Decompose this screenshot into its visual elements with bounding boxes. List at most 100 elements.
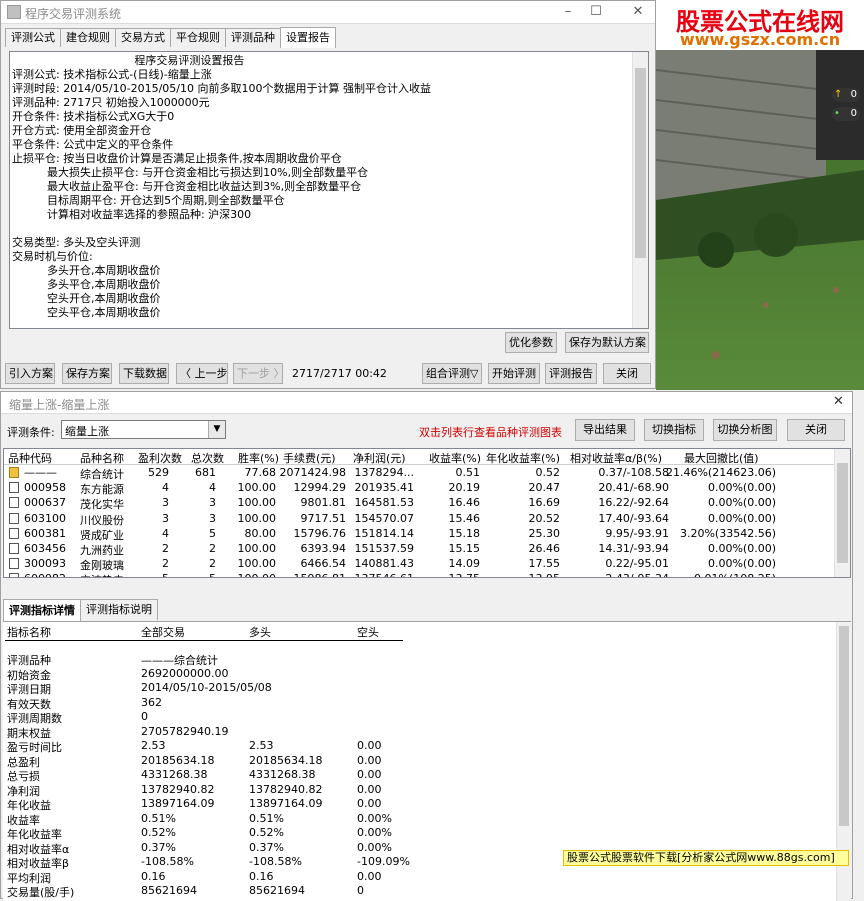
col-header[interactable]: 收益率(%) xyxy=(429,450,481,466)
scrollbar-thumb[interactable] xyxy=(635,68,646,258)
table-row[interactable]: 000958 东方能源 4 4 100.00 12994.29 201935.41 20.19… xyxy=(4,480,834,496)
tab-trade-mode[interactable]: 交易方式 xyxy=(115,28,171,47)
table-cell: 20.52 xyxy=(528,511,561,525)
table-cell: 5 xyxy=(209,572,216,577)
save-default-button[interactable]: 保存为默认方案 xyxy=(565,332,649,353)
download-data-button[interactable]: 下载数据 xyxy=(119,363,169,384)
detail-metric-value: 0.00 xyxy=(357,869,382,883)
tab-instruments[interactable]: 评测品种 xyxy=(225,28,281,47)
tab-formula[interactable]: 评测公式 xyxy=(5,28,61,47)
close-window-button[interactable]: ✕ xyxy=(627,3,649,21)
app-icon xyxy=(7,5,21,19)
table-row[interactable]: 300093 金刚玻璃 2 2 100.00 6466.54 140881.43 14.09 1… xyxy=(4,556,834,572)
next-step-button[interactable]: 下一步 〉 xyxy=(233,363,285,384)
import-plan-button[interactable]: 引入方案 xyxy=(5,363,55,384)
detail-metric-value: 0.37% xyxy=(141,840,176,854)
report-line: 最大收益止盈平仓: 与开仓资金相比收益达到3%,则全部数量平仓 xyxy=(12,180,362,193)
table-row[interactable]: 600982 宁波热电 5 5 100.00 15986.81 137546.61 13.75… xyxy=(4,571,834,577)
col-header[interactable]: 品种名称 xyxy=(80,450,124,466)
prev-step-button[interactable]: 〈 上一步 xyxy=(176,363,228,384)
col-header[interactable]: 相对收益率α/β(%) xyxy=(570,450,662,466)
table-cell: 154570.07 xyxy=(354,511,415,525)
report-line: 平仓条件: 公式中定义的平仓条件 xyxy=(12,138,174,151)
optimize-params-button[interactable]: 优化参数 xyxy=(505,332,557,353)
results-table[interactable]: 品种代码 品种名称 盈利次数 总次数 胜率(%) 手续费(元) 净利润(元) 收… xyxy=(3,448,851,578)
document-icon xyxy=(9,558,19,570)
table-scrollbar[interactable] xyxy=(834,449,850,577)
switch-chart-button[interactable]: 切换分析图 xyxy=(713,419,777,441)
maximize-button[interactable]: ☐ xyxy=(585,3,607,21)
table-row[interactable]: 600381 贤成矿业 4 5 80.00 15796.76 151814.14 15.18 2… xyxy=(4,526,834,542)
col-header[interactable]: 年化收益率(%) xyxy=(486,450,560,466)
col-header[interactable]: 净利润(元) xyxy=(353,450,406,466)
minimize-button[interactable]: – xyxy=(557,3,579,21)
detail-metric-value: 85621694 xyxy=(249,884,305,897)
col-header[interactable]: 总次数 xyxy=(191,450,224,466)
progress-text: 2717/2717 00:42 xyxy=(292,367,387,380)
switch-indicator-button[interactable]: 切换指标 xyxy=(644,419,704,441)
report-line: 空头开仓,本周期收盘价 xyxy=(12,292,161,305)
detail-panel: 指标名称 全部交易 多头 空头 评测品种 ———综合统计 初始资金 269200000… xyxy=(3,621,851,901)
chevron-down-icon[interactable]: ▼ xyxy=(208,421,225,438)
table-cell: 14.09 xyxy=(448,557,481,571)
table-row[interactable]: 603456 九洲药业 2 2 100.00 6393.94 151537.59 15.15 2… xyxy=(4,541,834,557)
detail-metric-value: -108.58% xyxy=(141,855,194,868)
export-results-button[interactable]: 导出结果 xyxy=(575,419,635,441)
evaluation-result-window: 缩量上涨-缩量上涨 ✕ 评测条件: 缩量上涨 ▼ 双击列表行查看品种评测图表 导… xyxy=(0,391,853,901)
table-cell: 20.19 xyxy=(448,481,481,495)
result-close-button[interactable]: 关闭 xyxy=(787,419,845,441)
detail-scrollbar-thumb[interactable] xyxy=(839,626,849,826)
detail-metric-value: 0.16 xyxy=(249,869,274,883)
table-scrollbar-thumb[interactable] xyxy=(837,463,848,563)
detail-header-short: 空头 xyxy=(357,626,379,639)
table-row[interactable]: 000637 茂化实华 3 3 100.00 9801.81 164581.53 16.46 1… xyxy=(4,495,834,511)
col-header[interactable]: 最大回撤比(值) xyxy=(684,450,759,466)
detail-metric-value: 4331268.38 xyxy=(141,768,208,781)
report-scrollbar[interactable] xyxy=(632,52,648,328)
col-header[interactable]: 手续费(元) xyxy=(283,450,336,466)
table-cell: 3 xyxy=(209,496,216,510)
tab-close-rules[interactable]: 平仓规则 xyxy=(170,28,226,47)
table-row[interactable]: 603100 川仪股份 3 3 100.00 9717.51 154570.07 15.46 2… xyxy=(4,511,834,527)
detail-metric-value: 0.00 xyxy=(357,768,382,781)
detail-metric-value: 362 xyxy=(141,695,162,709)
tab-description[interactable]: 评测指标说明 xyxy=(80,599,158,620)
detail-header-divider xyxy=(5,640,403,641)
start-eval-button[interactable]: 开始评测 xyxy=(488,363,540,384)
detail-metric-value: 13782940.82 xyxy=(141,782,215,796)
table-cell: 0.37/-108.58 xyxy=(598,466,669,479)
save-plan-button[interactable]: 保存方案 xyxy=(62,363,112,384)
report-line: 评测品种: 2717只 初始投入1000000元 xyxy=(12,96,210,109)
table-cell: 26.46 xyxy=(528,542,561,555)
table-cell: 0.51 xyxy=(455,466,481,479)
table-cell: 20.47 xyxy=(528,481,561,495)
col-header[interactable]: 胜率(%) xyxy=(238,450,279,466)
detail-metric-value: -109.09% xyxy=(357,855,410,868)
tab-detail[interactable]: 评测指标详情 xyxy=(3,599,81,621)
table-hint: 双击列表行查看品种评测图表 xyxy=(419,426,562,439)
settings-report-text[interactable]: 程序交易评测设置报告 评测公式: 技术指标公式-(日线)-缩量上涨 评测时段: … xyxy=(9,51,649,329)
table-cell: 80.00 xyxy=(244,526,277,540)
detail-metric-value: 2.53 xyxy=(249,739,274,752)
table-cell: 151814.14 xyxy=(354,526,415,540)
col-header[interactable]: 品种代码 xyxy=(8,450,52,466)
close-button[interactable]: 关闭 xyxy=(603,363,651,384)
tab-settings-report[interactable]: 设置报告 xyxy=(280,27,336,48)
condition-select[interactable]: 缩量上涨 ▼ xyxy=(61,420,226,439)
detail-metric-name: 交易量(股/手) xyxy=(7,886,75,899)
eval-report-button[interactable]: 评测报告 xyxy=(545,363,597,384)
table-row[interactable]: ——— 综合统计 529 681 77.68 2071424.98 1378294... 0.… xyxy=(4,465,834,481)
table-cell: 0.00%(0.00) xyxy=(707,557,776,571)
report-line: 目标周期平仓: 开仓达到5个周期,则全部数量平仓 xyxy=(12,194,285,207)
result-close-icon[interactable]: ✕ xyxy=(833,394,844,409)
detail-metric-value: 0.52% xyxy=(141,826,176,839)
table-cell: 529 xyxy=(148,466,169,479)
combo-eval-button[interactable]: 组合评测▽ xyxy=(422,363,482,384)
tab-build-rules[interactable]: 建仓规则 xyxy=(60,28,116,47)
settings-tabs: 评测公式 建仓规则 交易方式 平仓规则 评测品种 设置报告 xyxy=(5,26,336,48)
table-cell: 5 xyxy=(209,526,216,540)
table-cell: 2 xyxy=(162,557,169,571)
col-header[interactable]: 盈利次数 xyxy=(138,450,182,466)
table-cell: 3 xyxy=(162,496,169,510)
report-line: 多头平仓,本周期收盘价 xyxy=(12,278,161,291)
